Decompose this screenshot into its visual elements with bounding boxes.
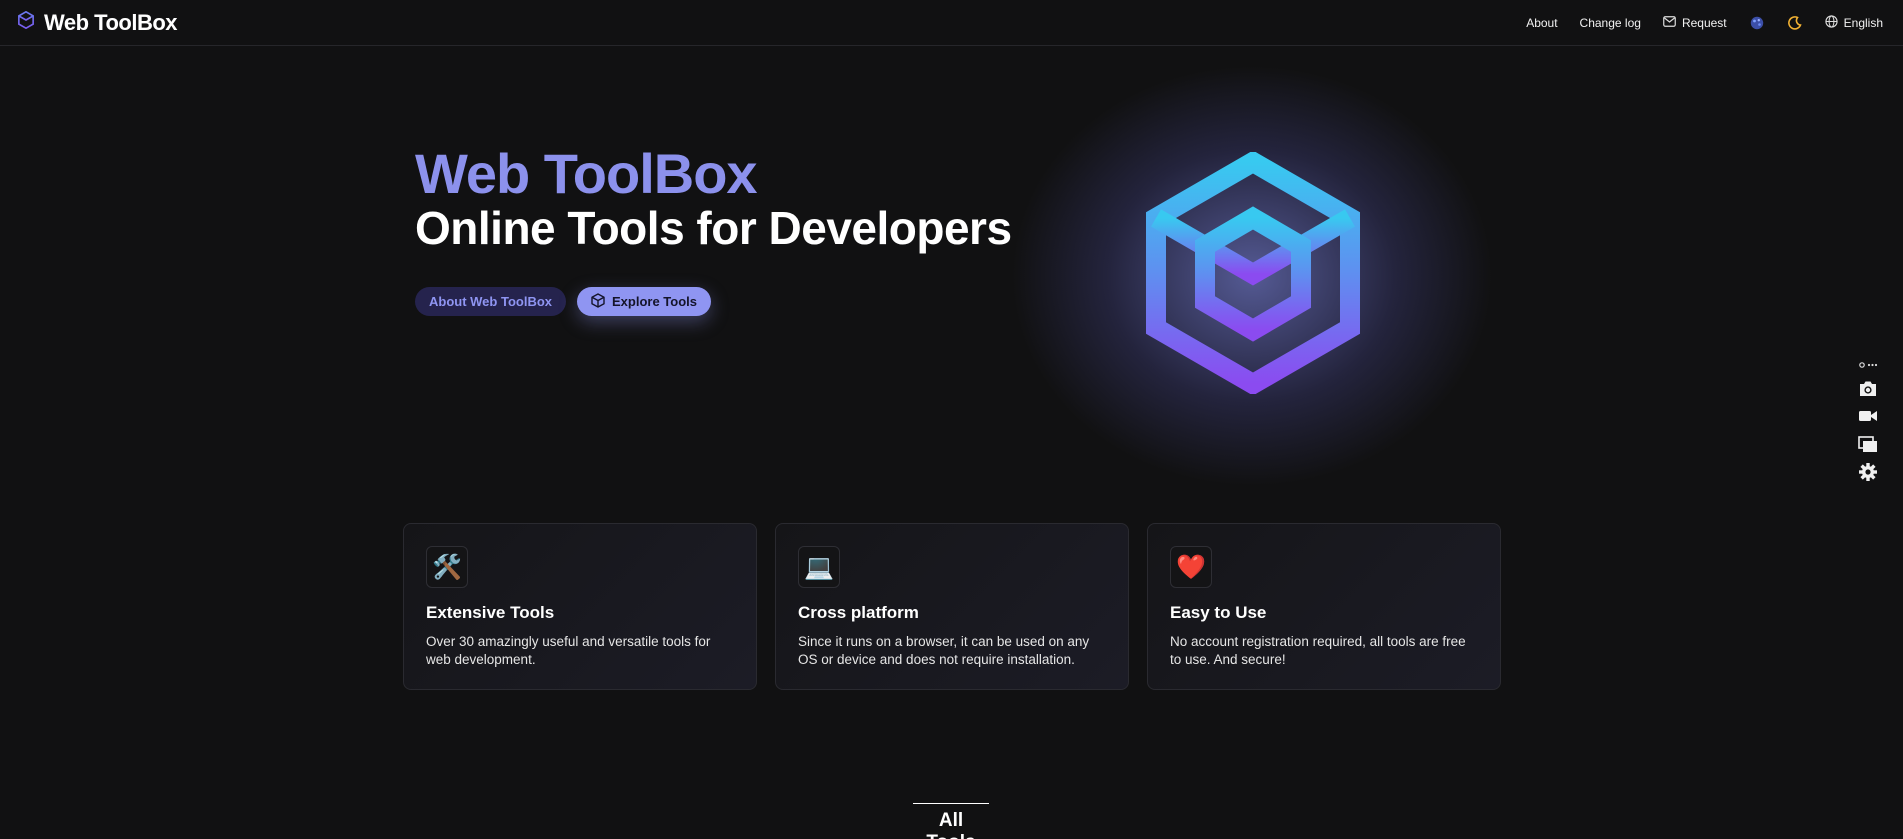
page: Web ToolBox About Change log Request Eng…	[0, 0, 1903, 839]
heart-icon: ❤️	[1170, 546, 1212, 588]
hero-cube-logo-icon	[1146, 152, 1360, 394]
dark-mode-moon-icon[interactable]	[1787, 15, 1803, 31]
about-web-toolbox-button[interactable]: About Web ToolBox	[415, 287, 566, 316]
hero-title: Web ToolBox	[415, 142, 758, 205]
all-tools-heading: All Tools	[913, 803, 989, 839]
top-header: Web ToolBox About Change log Request Eng…	[0, 0, 1903, 46]
settings-gear-icon[interactable]	[1857, 462, 1879, 482]
hero-buttons: About Web ToolBox Explore Tools	[415, 287, 711, 316]
video-camera-icon[interactable]	[1857, 406, 1879, 426]
theme-palette-icon[interactable]	[1749, 15, 1765, 31]
nav-changelog-link[interactable]: Change log	[1580, 16, 1641, 30]
explore-tools-button[interactable]: Explore Tools	[577, 287, 711, 316]
nav-about-link[interactable]: About	[1526, 16, 1557, 30]
feature-card-easy-to-use: ❤️ Easy to Use No account registration r…	[1147, 523, 1501, 690]
windows-stack-icon[interactable]	[1857, 434, 1879, 454]
globe-icon	[1825, 14, 1838, 31]
top-nav: About Change log Request English	[1526, 14, 1883, 31]
feature-card-extensive-tools: 🛠️ Extensive Tools Over 30 amazingly use…	[403, 523, 757, 690]
feature-title: Cross platform	[798, 603, 919, 622]
feature-description: No account registration required, all to…	[1170, 634, 1466, 667]
side-toolbar	[1857, 360, 1879, 482]
tools-icon: 🛠️	[426, 546, 468, 588]
cube-logo-icon	[18, 10, 34, 34]
cube-icon	[591, 292, 605, 311]
feature-description: Since it runs on a browser, it can be us…	[798, 634, 1090, 667]
hero-subtitle: Online Tools for Developers	[415, 202, 1012, 254]
language-label: English	[1843, 15, 1883, 30]
brand-link[interactable]: Web ToolBox	[18, 9, 178, 36]
camera-icon[interactable]	[1857, 378, 1879, 398]
feature-description: Over 30 amazingly useful and versatile t…	[426, 634, 711, 667]
nav-request-label: Request	[1681, 15, 1727, 30]
nav-request-link[interactable]: Request	[1663, 16, 1727, 30]
feature-card-cross-platform: 💻 Cross platform Since it runs on a brow…	[775, 523, 1129, 690]
language-selector[interactable]: English	[1825, 14, 1883, 31]
feature-title: Easy to Use	[1170, 603, 1267, 622]
laptop-icon: 💻	[798, 546, 840, 588]
mail-icon	[1663, 15, 1676, 30]
feature-title: Extensive Tools	[426, 603, 555, 622]
more-options-icon[interactable]	[1857, 360, 1879, 370]
explore-tools-label: Explore Tools	[612, 294, 697, 309]
brand-title: Web ToolBox	[44, 9, 178, 35]
